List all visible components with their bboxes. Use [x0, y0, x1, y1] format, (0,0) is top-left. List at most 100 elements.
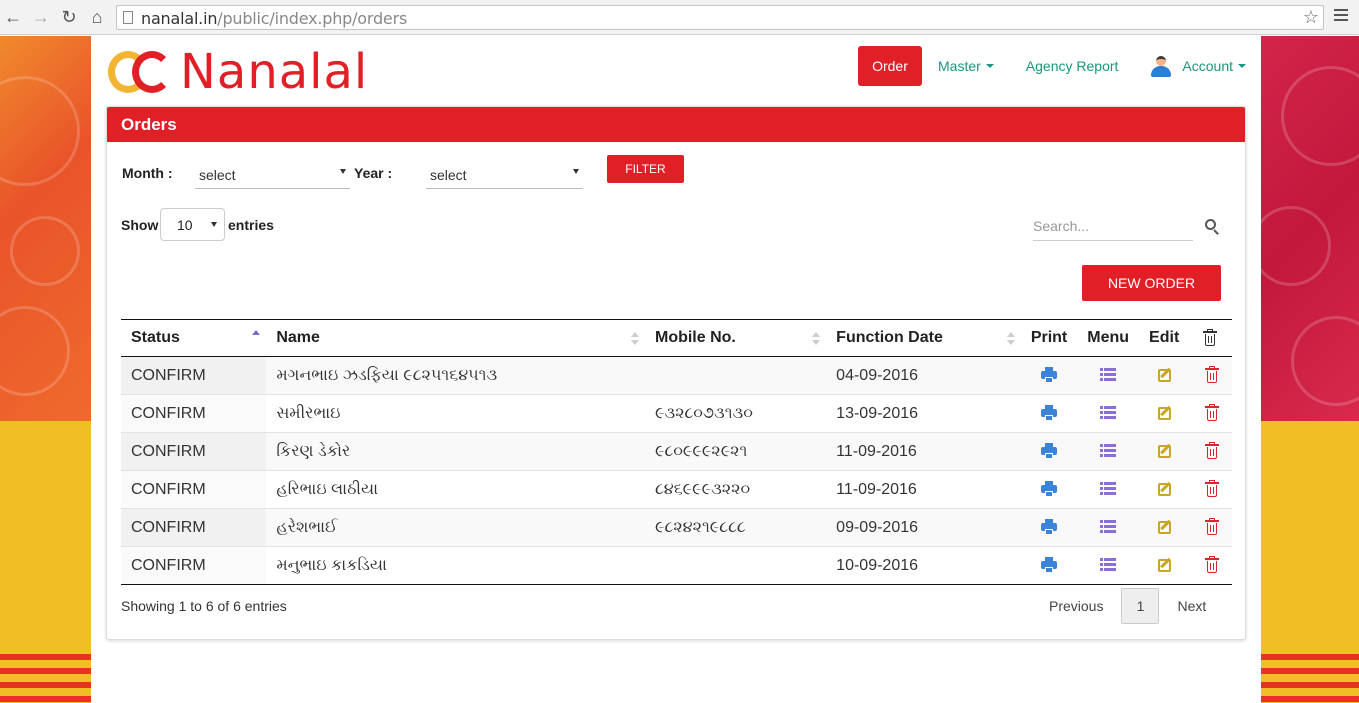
trash-icon[interactable]: [1204, 404, 1220, 422]
table-row: CONFIRM કિરણ ડેકોર ૯૮૦૯૯૯૨૯૨૧ 11-09-2016: [121, 432, 1232, 471]
edit-icon[interactable]: [1157, 557, 1174, 573]
trash-icon[interactable]: [1204, 480, 1220, 498]
menu-list-icon[interactable]: [1100, 367, 1117, 383]
page-icon: [123, 11, 133, 24]
edit-icon[interactable]: [1157, 519, 1174, 535]
cell-function-date: 04-09-2016: [826, 356, 1021, 395]
edit-icon[interactable]: [1157, 481, 1174, 497]
trash-icon[interactable]: [1204, 518, 1220, 536]
menu-list-icon[interactable]: [1100, 481, 1117, 497]
brand-logo[interactable]: Nanalal: [108, 48, 368, 96]
nav-master-dropdown[interactable]: Master: [938, 58, 994, 74]
menu-list-icon[interactable]: [1100, 405, 1117, 421]
trash-icon: [1202, 328, 1218, 346]
search-input[interactable]: Search...: [1033, 215, 1193, 241]
trash-icon[interactable]: [1204, 442, 1220, 460]
column-header-status[interactable]: Status: [121, 319, 267, 357]
cell-mobile: ૮૪૬૯૯૯૩૨૨૦: [644, 470, 827, 509]
cell-print: [1020, 508, 1078, 547]
column-header-edit: Edit: [1139, 319, 1192, 357]
sort-ascending-icon: [252, 330, 261, 344]
column-header-name[interactable]: Name: [266, 319, 645, 357]
column-header-function-date[interactable]: Function Date: [826, 319, 1021, 357]
cell-print: [1020, 394, 1078, 433]
cell-mobile: ૯૩૨૮૦૭૩૧૩૦: [644, 394, 827, 433]
bookmark-star-icon[interactable]: ☆: [1303, 7, 1319, 28]
dropdown-arrow-icon: [340, 169, 346, 174]
table-row: CONFIRM મનુભાઇ કાકડિયા 10-09-2016: [121, 546, 1232, 585]
pagination: Previous 1 Next: [1049, 588, 1206, 624]
cell-menu: [1077, 394, 1140, 433]
pagination-previous[interactable]: Previous: [1049, 598, 1103, 614]
cell-name: મનુભાઇ કાકડિયા: [266, 546, 645, 585]
filter-button[interactable]: FILTER: [607, 155, 684, 183]
pagination-next[interactable]: Next: [1177, 598, 1206, 614]
print-icon[interactable]: [1041, 405, 1058, 422]
cell-function-date: 11-09-2016: [826, 470, 1021, 509]
cell-status: CONFIRM: [121, 432, 267, 471]
menu-list-icon[interactable]: [1100, 557, 1117, 573]
browser-menu-icon[interactable]: [1334, 9, 1348, 24]
url-text: nanalal.in/public/index.php/orders: [141, 9, 408, 28]
cell-name: હરેશભાઈ: [266, 508, 645, 547]
cell-delete: [1192, 394, 1232, 433]
cell-edit: [1139, 356, 1192, 395]
new-order-button[interactable]: NEW ORDER: [1082, 265, 1221, 301]
home-icon[interactable]: ⌂: [86, 7, 108, 27]
entries-per-page-select[interactable]: 10: [160, 208, 225, 241]
print-icon[interactable]: [1041, 557, 1058, 574]
column-header-mobile[interactable]: Mobile No.: [644, 319, 827, 357]
cell-status: CONFIRM: [121, 394, 267, 433]
edit-icon[interactable]: [1157, 443, 1174, 459]
cell-menu: [1077, 432, 1140, 471]
trash-icon[interactable]: [1204, 556, 1220, 574]
show-label: Show: [121, 217, 159, 233]
month-select[interactable]: select: [195, 157, 350, 189]
main-container: Nanalal Order Master Agency Report Accou…: [91, 36, 1261, 703]
print-icon[interactable]: [1041, 481, 1058, 498]
cell-delete: [1192, 356, 1232, 395]
panel-title: Orders: [107, 107, 1245, 142]
forward-icon[interactable]: →: [30, 7, 52, 27]
cell-edit: [1139, 394, 1192, 433]
user-avatar-icon: [1150, 55, 1172, 77]
nav-order-button[interactable]: Order: [858, 46, 922, 86]
caret-down-icon: [985, 64, 994, 68]
search-icon[interactable]: [1205, 219, 1221, 235]
edit-icon[interactable]: [1157, 405, 1174, 421]
cell-edit: [1139, 508, 1192, 547]
trash-icon[interactable]: [1204, 366, 1220, 384]
table-row: CONFIRM હરિભાઇ લાઠીયા ૮૪૬૯૯૯૩૨૨૦ 11-09-2016: [121, 470, 1232, 509]
table-row: CONFIRM મગનભાઇ ઝડફિયા ૯૮૨૫૧૬૪૫૧૩ 04-09-201…: [121, 356, 1232, 395]
cell-delete: [1192, 546, 1232, 585]
nav-agency-report-link[interactable]: Agency Report: [1026, 58, 1119, 74]
entries-label: entries: [228, 217, 274, 233]
edit-icon[interactable]: [1157, 367, 1174, 383]
menu-list-icon[interactable]: [1100, 443, 1117, 459]
dropdown-arrow-icon: [211, 222, 217, 227]
reload-icon[interactable]: ↻: [58, 7, 80, 27]
cell-function-date: 13-09-2016: [826, 394, 1021, 433]
nav-account-dropdown[interactable]: Account: [1150, 55, 1246, 77]
year-select[interactable]: select: [426, 157, 583, 189]
pagination-page-1[interactable]: 1: [1121, 588, 1160, 624]
address-bar[interactable]: nanalal.in/public/index.php/orders ☆: [116, 5, 1324, 30]
cell-print: [1020, 356, 1078, 395]
browser-toolbar: ← → ↻ ⌂ nanalal.in/public/index.php/orde…: [0, 0, 1359, 35]
column-header-delete[interactable]: [1192, 319, 1232, 357]
cell-menu: [1077, 356, 1140, 395]
menu-list-icon[interactable]: [1100, 519, 1117, 535]
back-icon[interactable]: ←: [2, 7, 24, 27]
cell-menu: [1077, 508, 1140, 547]
cell-status: CONFIRM: [121, 546, 267, 585]
nav-master-label: Master: [938, 58, 981, 74]
table-row: CONFIRM હરેશભાઈ ૯૮૨૪૨૧૯૮૮૮ 09-09-2016: [121, 508, 1232, 547]
cell-delete: [1192, 432, 1232, 471]
sort-icon: [1006, 332, 1015, 346]
table-info: Showing 1 to 6 of 6 entries: [121, 598, 287, 614]
sort-icon: [812, 332, 821, 346]
cell-function-date: 09-09-2016: [826, 508, 1021, 547]
print-icon[interactable]: [1041, 443, 1058, 460]
print-icon[interactable]: [1041, 367, 1058, 384]
print-icon[interactable]: [1041, 519, 1058, 536]
